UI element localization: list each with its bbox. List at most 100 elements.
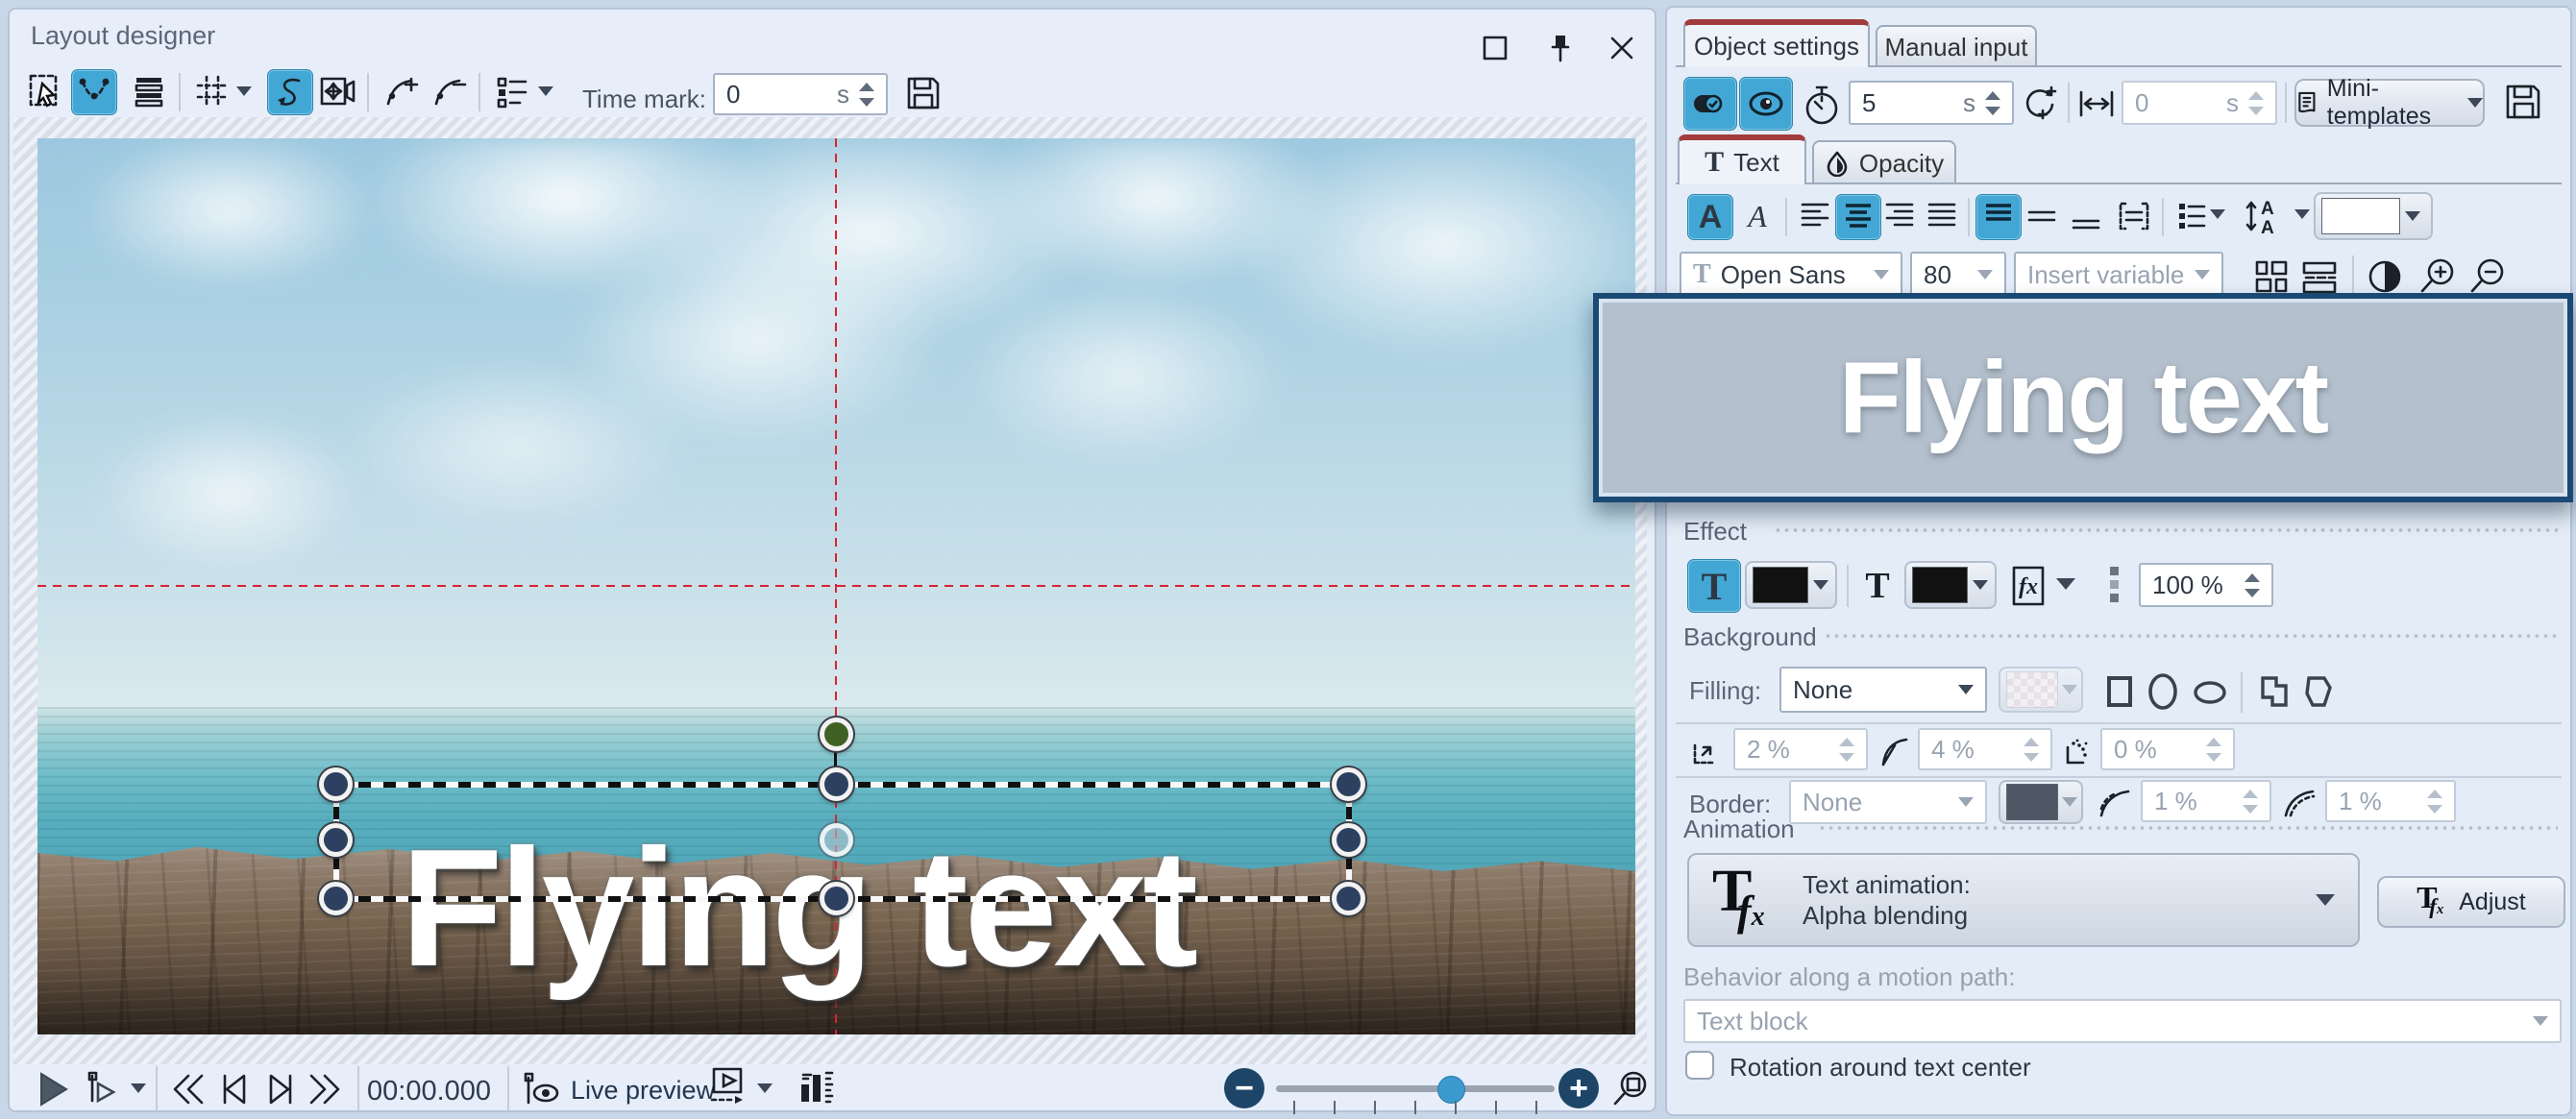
handle-top-center[interactable] [820,767,853,801]
jump-start-button[interactable] [167,1068,209,1110]
align-left-button[interactable] [1793,194,1837,238]
shape-oval-button[interactable] [2189,676,2231,709]
text-animation-dropdown[interactable]: T fx Text animation: Alpha blending [1687,853,2360,947]
border-color-picker[interactable] [1999,780,2083,824]
maximize-button[interactable] [1476,29,1514,67]
handle-mid-left[interactable] [319,823,353,857]
close-button[interactable] [1603,29,1641,67]
line-spacing-button[interactable]: AA [2243,194,2293,238]
next-frame-button[interactable] [259,1068,302,1110]
filling-dropdown[interactable]: None [1779,667,1987,713]
save-object-button[interactable] [2500,79,2546,125]
preview-canvas[interactable]: Flying text [37,138,1635,1034]
list-style-button[interactable] [2170,194,2214,238]
duration-value[interactable] [1860,86,1955,119]
rotation-checkbox-label[interactable]: Rotation around text center [1730,1053,2031,1083]
text-color-toggle[interactable]: T [1687,559,1741,613]
add-node-button[interactable] [379,69,423,113]
handle-bottom-left[interactable] [319,882,353,915]
zoom-out-text-button[interactable] [2466,255,2510,298]
handle-top-left[interactable] [319,767,353,801]
align-justify-button[interactable] [1920,194,1964,238]
align-center-button[interactable] [1835,194,1881,240]
zoom-slider-track[interactable] [1276,1085,1555,1092]
live-preview-toggle[interactable] [521,1068,563,1110]
jump-end-button[interactable] [304,1068,346,1110]
text-editor-area[interactable]: Flying text [1593,293,2573,502]
shape-rect-button[interactable] [2100,670,2139,713]
shape-custom1-button[interactable] [2254,670,2294,713]
outline-color-picker[interactable] [1904,561,1997,609]
tab-object-settings[interactable]: Object settings [1683,19,1870,67]
shape-custom2-button[interactable] [2298,670,2339,713]
play-options-caret[interactable] [131,1083,146,1093]
font-family-dropdown[interactable]: T Open Sans [1680,252,1902,298]
duration-input[interactable]: s [1849,81,2014,125]
zoom-in-canvas-button[interactable]: + [1558,1068,1599,1108]
grid-tool-button[interactable] [190,69,234,113]
rotation-handle[interactable] [820,718,853,751]
visibility-button[interactable] [1739,77,1793,131]
play-button[interactable] [33,1068,75,1110]
tab-manual-input[interactable]: Manual input [1876,25,2037,67]
pin-button[interactable] [1541,29,1580,67]
text-opacity-input[interactable] [2139,563,2273,607]
time-mark-spinner[interactable] [857,82,876,107]
camera-pan-tool-button[interactable] [315,69,359,113]
italic-button[interactable]: A [1735,194,1779,238]
text-opacity-value[interactable] [2150,569,2243,601]
zoom-in-text-button[interactable] [2416,255,2460,298]
grid-dropdown-caret[interactable] [236,86,252,96]
live-preview-label[interactable]: Live preview [571,1076,715,1106]
duration-spinner[interactable] [1983,90,2002,115]
contrast-button[interactable] [2364,255,2406,298]
select-tool-button[interactable] [23,69,67,113]
text-effects-button[interactable]: fx [2008,565,2050,607]
tab-text[interactable]: T Text [1678,134,1806,184]
bold-button[interactable]: A [1687,194,1733,240]
zoom-slider-thumb[interactable] [1437,1076,1465,1104]
insert-variable-dropdown[interactable]: Insert variable [2014,252,2223,298]
text-effects-caret[interactable] [2056,578,2075,590]
handle-bottom-right[interactable] [1332,882,1365,915]
prev-frame-button[interactable] [213,1068,256,1110]
text-color-picker[interactable] [1745,561,1837,609]
layers-tool-button[interactable] [127,69,171,113]
text-wrap-button[interactable] [2112,194,2156,238]
row-arrange-button[interactable] [2298,255,2341,298]
save-layout-button[interactable] [901,71,945,115]
play-from-marker-button[interactable] [81,1068,123,1110]
handle-top-right[interactable] [1332,767,1365,801]
outline-color-toggle[interactable]: T [1856,563,1899,609]
list-style-caret[interactable] [2210,209,2225,219]
link-keyframes-button[interactable] [1683,77,1737,131]
text-opacity-spinner[interactable] [2243,572,2262,597]
levels-button[interactable] [794,1066,836,1108]
preview-options-caret[interactable] [757,1083,773,1093]
handle-mid-right[interactable] [1332,823,1365,857]
canvas-text-object[interactable]: Flying text [401,811,1198,1004]
handle-bottom-center[interactable] [820,882,853,915]
font-size-dropdown[interactable]: 80 [1910,252,2006,298]
font-color-picker[interactable] [2314,192,2433,240]
rotation-checkbox[interactable] [1685,1051,1714,1080]
align-right-button[interactable] [1877,194,1922,238]
motion-path-tool-button[interactable] [267,69,313,115]
time-mark-input[interactable]: s [713,73,888,115]
line-spacing-caret[interactable] [2294,209,2310,219]
zoom-fit-button[interactable] [1608,1066,1653,1110]
tab-opacity[interactable]: Opacity [1812,140,1956,184]
list-dropdown-caret[interactable] [538,86,553,96]
editor-text[interactable]: Flying text [1839,340,2329,456]
zoom-out-canvas-button[interactable]: − [1224,1068,1264,1108]
time-mark-value[interactable] [724,78,829,110]
object-list-button[interactable] [490,69,534,113]
block-arrange-button[interactable] [2250,255,2293,298]
valign-top-button[interactable] [1975,194,2022,240]
drag-handle[interactable] [2110,567,2119,602]
shape-ellipse-button[interactable] [2143,670,2183,713]
reset-duration-button[interactable] [2018,81,2062,125]
remove-node-button[interactable] [427,69,471,113]
mini-templates-button[interactable]: Mini-templates [2294,75,2485,130]
preview-window-button[interactable] [703,1064,749,1110]
